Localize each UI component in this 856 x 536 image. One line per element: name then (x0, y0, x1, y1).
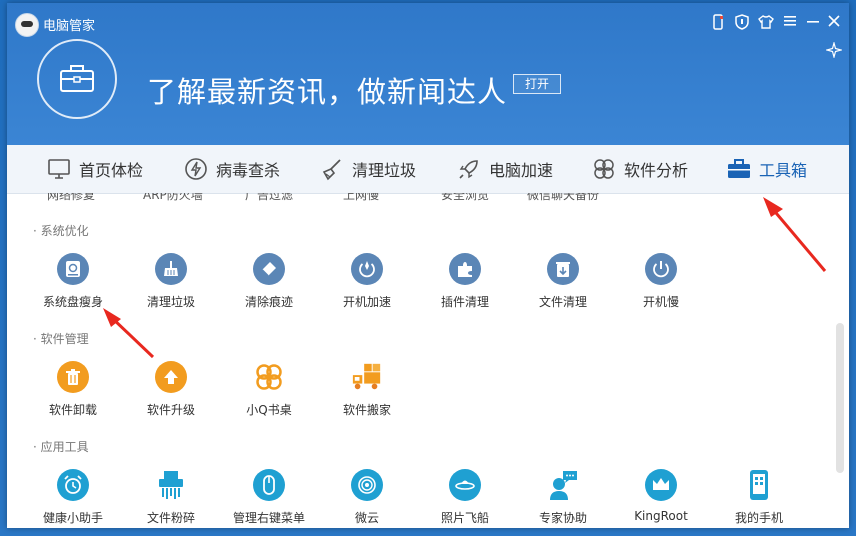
main-window: 电脑管家 了解最新资讯，做新闻达人 打开 首页体检 病毒查杀 清理垃圾 电脑加速… (7, 3, 849, 528)
arrow-to-toolbox-line (769, 206, 827, 272)
arrow-to-toolbox-head (763, 197, 783, 217)
arrow-to-disk-slim-line (109, 315, 155, 359)
annotation-arrows (103, 197, 827, 359)
